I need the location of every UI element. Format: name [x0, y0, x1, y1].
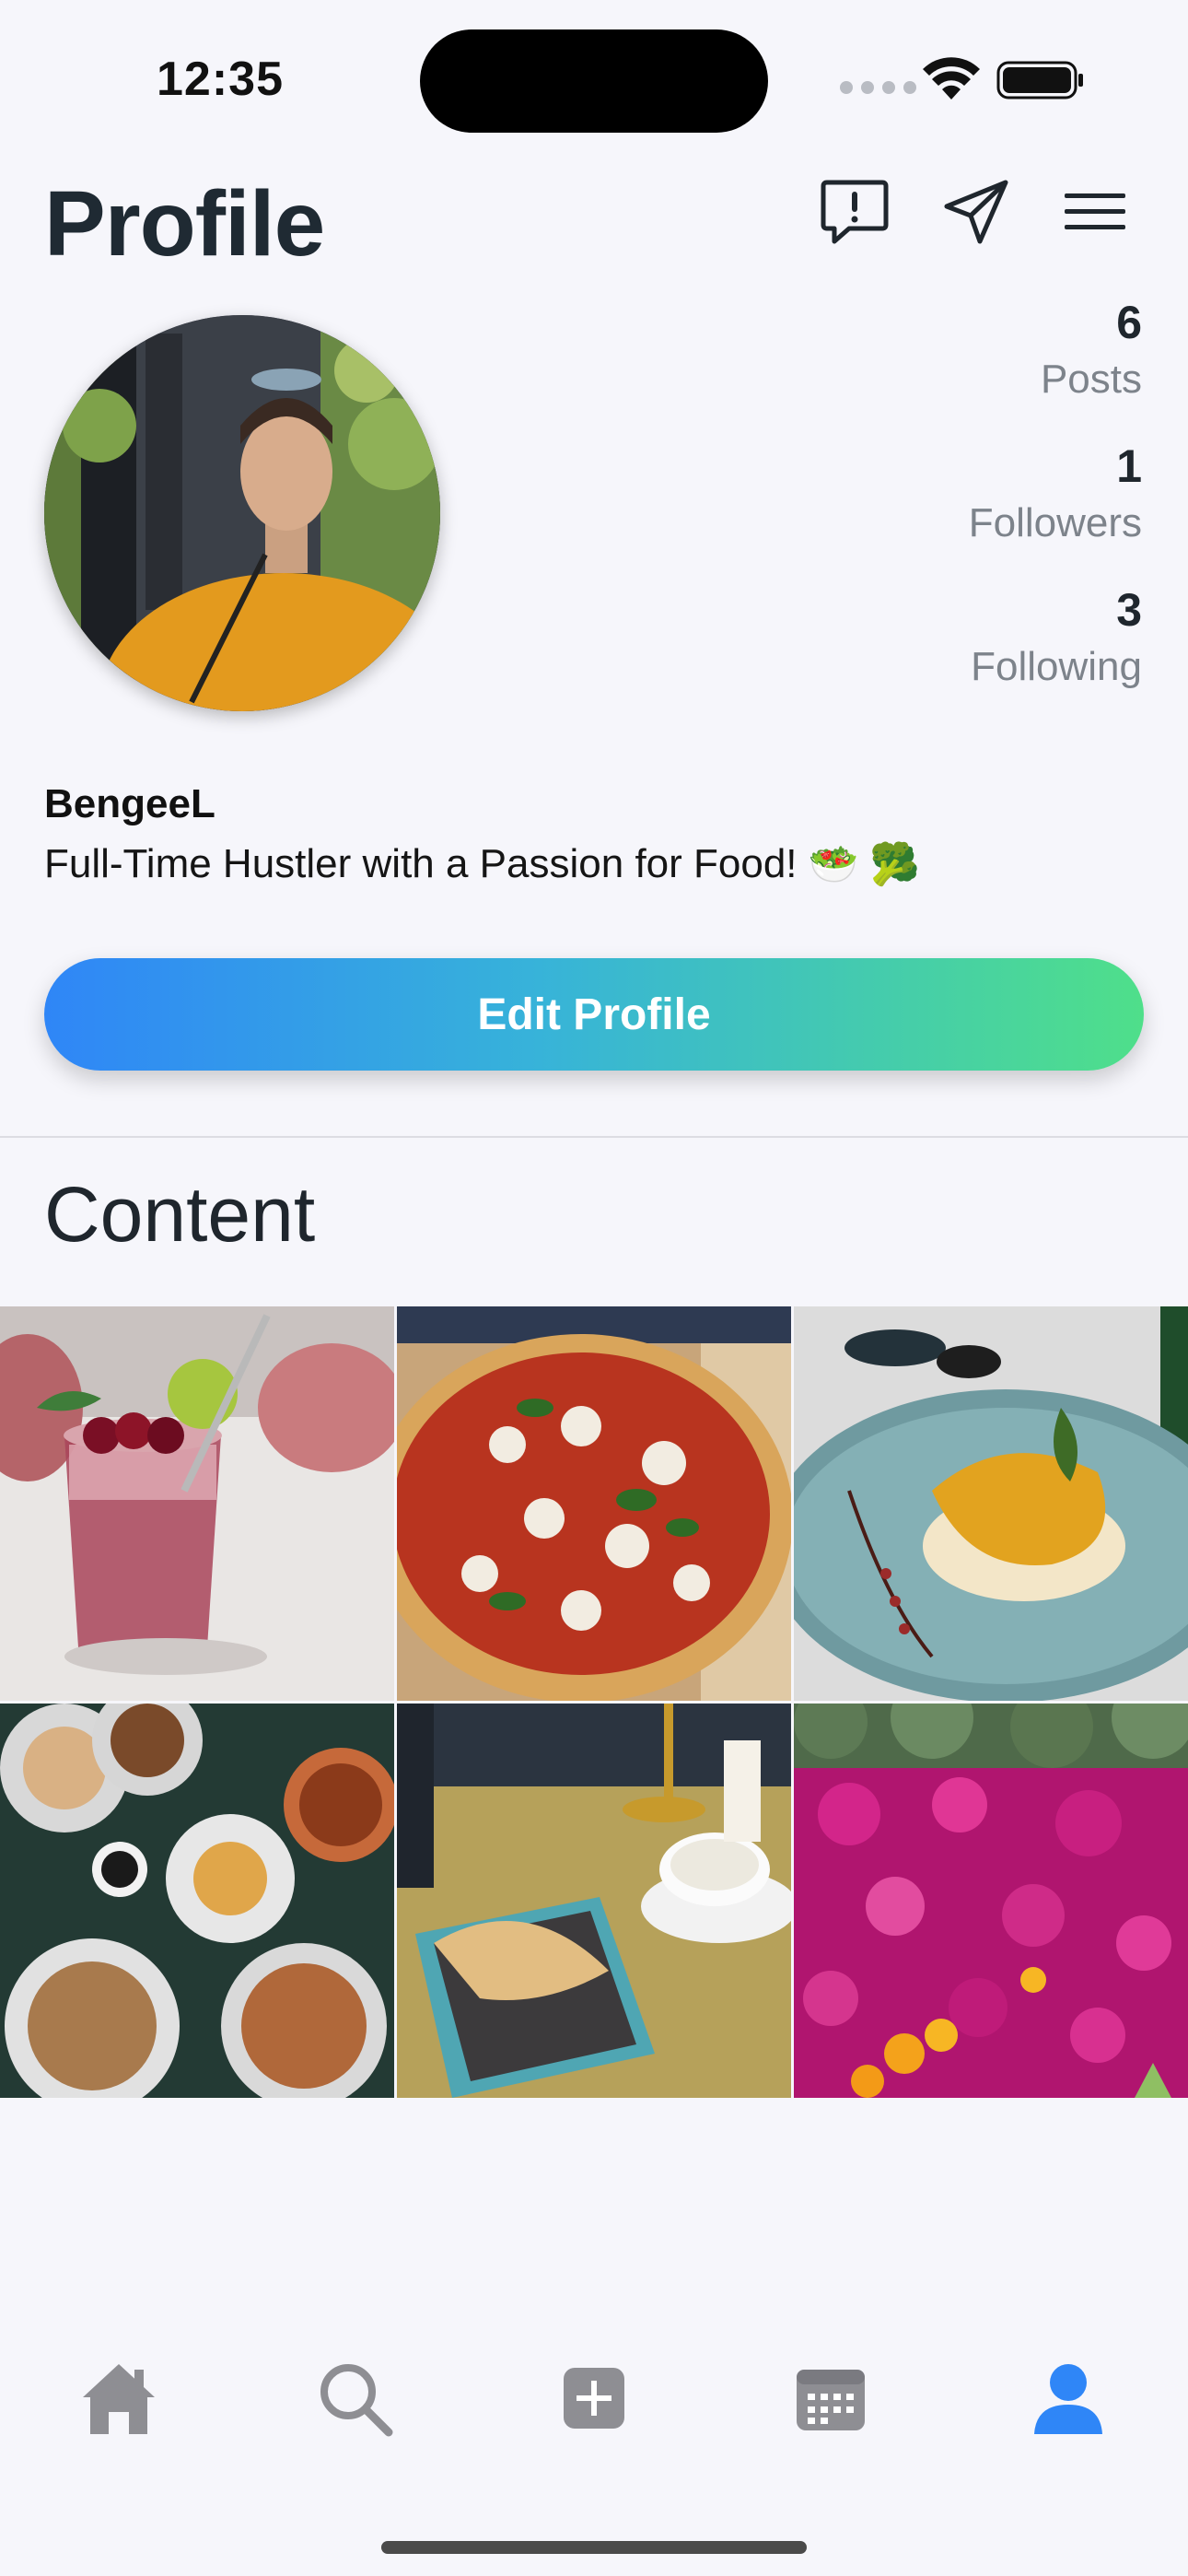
dynamic-island	[420, 29, 768, 133]
report-icon[interactable]	[818, 175, 891, 249]
status-time: 12:35	[157, 53, 284, 106]
stat-followers-label: Followers	[968, 500, 1142, 545]
wifi-icon	[923, 57, 980, 100]
avatar[interactable]	[44, 315, 440, 711]
stat-followers[interactable]: 1 Followers	[969, 440, 1142, 549]
send-icon[interactable]	[939, 175, 1013, 249]
home-indicator[interactable]	[381, 2541, 807, 2554]
content-section-title: Content	[44, 1171, 316, 1258]
stat-posts[interactable]: 6 Posts	[1041, 297, 1142, 405]
battery-icon	[996, 61, 1083, 100]
menu-icon[interactable]	[1059, 175, 1133, 249]
edit-profile-button[interactable]: Edit Profile	[44, 958, 1144, 1071]
avatar-photo	[44, 315, 440, 711]
post-pink-flowers[interactable]	[794, 1704, 1188, 2098]
stat-posts-count: 6	[1116, 297, 1142, 348]
stat-following-label: Following	[971, 644, 1142, 689]
stat-posts-label: Posts	[1040, 357, 1142, 402]
add-icon[interactable]	[553, 2357, 635, 2440]
page-title: Profile	[44, 172, 325, 275]
post-brunch-spread[interactable]	[0, 1704, 394, 2098]
stat-following[interactable]: 3 Following	[971, 584, 1142, 693]
section-divider	[0, 1136, 1188, 1138]
profile-screen: 12:35 Profile 6 Posts 1 Followers 3 Foll…	[0, 0, 1188, 2576]
stat-followers-count: 1	[1116, 440, 1142, 492]
broccoli-emoji: 🥦	[869, 842, 921, 887]
cellular-signal-icon	[840, 81, 917, 94]
search-icon[interactable]	[313, 2357, 396, 2440]
home-icon[interactable]	[77, 2357, 160, 2440]
salad-emoji: 🥗	[808, 842, 859, 887]
bio: Full-Time Hustler with a Passion for Foo…	[44, 840, 920, 888]
bio-text: Full-Time Hustler with a Passion for Foo…	[44, 841, 798, 886]
post-cocktail[interactable]	[0, 1306, 394, 1701]
post-plated-dish[interactable]	[794, 1306, 1188, 1701]
post-croissant-coffee[interactable]	[397, 1704, 791, 2098]
post-pizza[interactable]	[397, 1306, 791, 1701]
content-grid	[0, 1306, 1188, 2098]
calendar-icon[interactable]	[789, 2357, 872, 2440]
stat-following-count: 3	[1116, 584, 1142, 636]
profile-icon[interactable]	[1027, 2357, 1110, 2440]
username: BengeeL	[44, 781, 215, 826]
